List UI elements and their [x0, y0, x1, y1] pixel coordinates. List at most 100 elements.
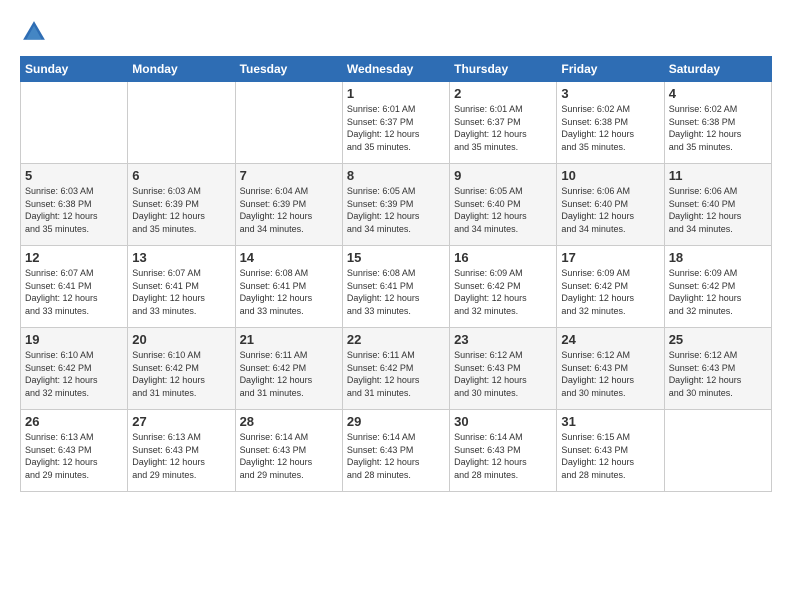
day-info: Sunrise: 6:11 AM Sunset: 6:42 PM Dayligh… — [240, 349, 338, 399]
calendar-cell: 7Sunrise: 6:04 AM Sunset: 6:39 PM Daylig… — [235, 164, 342, 246]
day-number: 3 — [561, 86, 659, 101]
calendar-cell: 12 Sunrise: 6:07 AM Sunset: 6:41 PM Dayli… — [21, 246, 128, 328]
day-number: 8 — [347, 168, 445, 183]
weekday-header-tuesday: Tuesday — [235, 57, 342, 82]
day-info: Sunrise: 6:15 AM Sunset: 6:43 PM Dayligh… — [561, 431, 659, 481]
day-number: 25 — [669, 332, 767, 347]
calendar-cell — [664, 410, 771, 492]
day-info: Sunrise: 6:02 AM Sunset: 6:38 PM Dayligh… — [669, 103, 767, 153]
calendar-cell — [21, 82, 128, 164]
day-info: Sunrise: 6:11 AM Sunset: 6:42 PM Dayligh… — [347, 349, 445, 399]
day-info: Sunrise: 6:10 AM Sunset: 6:42 PM Dayligh… — [25, 349, 123, 399]
day-info: Sunrise: 6:05 AM Sunset: 6:40 PM Dayligh… — [454, 185, 552, 235]
calendar-cell: 21 Sunrise: 6:11 AM Sunset: 6:42 PM Dayli… — [235, 328, 342, 410]
calendar-cell: 4 Sunrise: 6:02 AM Sunset: 6:38 PM Daylig… — [664, 82, 771, 164]
calendar-cell — [235, 82, 342, 164]
calendar-cell: 17 Sunrise: 6:09 AM Sunset: 6:42 PM Dayli… — [557, 246, 664, 328]
day-number: 22 — [347, 332, 445, 347]
calendar-cell: 2 Sunrise: 6:01 AM Sunset: 6:37 PM Daylig… — [450, 82, 557, 164]
calendar-cell: 26 Sunrise: 6:13 AM Sunset: 6:43 PM Dayli… — [21, 410, 128, 492]
day-number: 10 — [561, 168, 659, 183]
day-number: 21 — [240, 332, 338, 347]
day-number: 4 — [669, 86, 767, 101]
calendar-cell: 25 Sunrise: 6:12 AM Sunset: 6:43 PM Dayli… — [664, 328, 771, 410]
calendar-week-row: 12 Sunrise: 6:07 AM Sunset: 6:41 PM Dayli… — [21, 246, 772, 328]
day-info: Sunrise: 6:13 AM Sunset: 6:43 PM Dayligh… — [25, 431, 123, 481]
day-number: 5 — [25, 168, 123, 183]
weekday-header-saturday: Saturday — [664, 57, 771, 82]
day-number: 2 — [454, 86, 552, 101]
weekday-header-friday: Friday — [557, 57, 664, 82]
header — [20, 18, 772, 46]
day-number: 9 — [454, 168, 552, 183]
day-info: Sunrise: 6:09 AM Sunset: 6:42 PM Dayligh… — [561, 267, 659, 317]
calendar-week-row: 1 Sunrise: 6:01 AM Sunset: 6:37 PM Daylig… — [21, 82, 772, 164]
day-info: Sunrise: 6:12 AM Sunset: 6:43 PM Dayligh… — [669, 349, 767, 399]
day-number: 16 — [454, 250, 552, 265]
day-number: 12 — [25, 250, 123, 265]
day-info: Sunrise: 6:05 AM Sunset: 6:39 PM Dayligh… — [347, 185, 445, 235]
calendar-cell — [128, 82, 235, 164]
day-info: Sunrise: 6:08 AM Sunset: 6:41 PM Dayligh… — [240, 267, 338, 317]
weekday-header-wednesday: Wednesday — [342, 57, 449, 82]
day-number: 1 — [347, 86, 445, 101]
weekday-header-monday: Monday — [128, 57, 235, 82]
day-info: Sunrise: 6:08 AM Sunset: 6:41 PM Dayligh… — [347, 267, 445, 317]
calendar-cell: 19 Sunrise: 6:10 AM Sunset: 6:42 PM Dayli… — [21, 328, 128, 410]
day-number: 11 — [669, 168, 767, 183]
day-number: 26 — [25, 414, 123, 429]
day-number: 18 — [669, 250, 767, 265]
calendar-cell: 30Sunrise: 6:14 AM Sunset: 6:43 PM Dayli… — [450, 410, 557, 492]
calendar-cell: 13Sunrise: 6:07 AM Sunset: 6:41 PM Dayli… — [128, 246, 235, 328]
calendar-cell: 22 Sunrise: 6:11 AM Sunset: 6:42 PM Dayli… — [342, 328, 449, 410]
day-info: Sunrise: 6:01 AM Sunset: 6:37 PM Dayligh… — [454, 103, 552, 153]
day-number: 23 — [454, 332, 552, 347]
day-number: 31 — [561, 414, 659, 429]
calendar-cell: 11 Sunrise: 6:06 AM Sunset: 6:40 PM Dayli… — [664, 164, 771, 246]
day-info: Sunrise: 6:06 AM Sunset: 6:40 PM Dayligh… — [669, 185, 767, 235]
day-info: Sunrise: 6:12 AM Sunset: 6:43 PM Dayligh… — [561, 349, 659, 399]
day-info: Sunrise: 6:14 AM Sunset: 6:43 PM Dayligh… — [347, 431, 445, 481]
weekday-header-thursday: Thursday — [450, 57, 557, 82]
calendar-cell: 23 Sunrise: 6:12 AM Sunset: 6:43 PM Dayli… — [450, 328, 557, 410]
day-info: Sunrise: 6:01 AM Sunset: 6:37 PM Dayligh… — [347, 103, 445, 153]
day-info: Sunrise: 6:07 AM Sunset: 6:41 PM Dayligh… — [132, 267, 230, 317]
day-info: Sunrise: 6:12 AM Sunset: 6:43 PM Dayligh… — [454, 349, 552, 399]
calendar-table: SundayMondayTuesdayWednesdayThursdayFrid… — [20, 56, 772, 492]
calendar-cell: 10Sunrise: 6:06 AM Sunset: 6:40 PM Dayli… — [557, 164, 664, 246]
calendar-cell: 27Sunrise: 6:13 AM Sunset: 6:43 PM Dayli… — [128, 410, 235, 492]
day-number: 19 — [25, 332, 123, 347]
calendar-cell: 5 Sunrise: 6:03 AM Sunset: 6:38 PM Daylig… — [21, 164, 128, 246]
calendar-cell: 3 Sunrise: 6:02 AM Sunset: 6:38 PM Daylig… — [557, 82, 664, 164]
logo-icon — [20, 18, 48, 46]
day-info: Sunrise: 6:03 AM Sunset: 6:38 PM Dayligh… — [25, 185, 123, 235]
calendar-cell: 6Sunrise: 6:03 AM Sunset: 6:39 PM Daylig… — [128, 164, 235, 246]
day-info: Sunrise: 6:04 AM Sunset: 6:39 PM Dayligh… — [240, 185, 338, 235]
day-number: 6 — [132, 168, 230, 183]
calendar-cell: 29Sunrise: 6:14 AM Sunset: 6:43 PM Dayli… — [342, 410, 449, 492]
day-info: Sunrise: 6:07 AM Sunset: 6:41 PM Dayligh… — [25, 267, 123, 317]
calendar-cell: 31 Sunrise: 6:15 AM Sunset: 6:43 PM Dayli… — [557, 410, 664, 492]
day-number: 14 — [240, 250, 338, 265]
calendar-cell: 16 Sunrise: 6:09 AM Sunset: 6:42 PM Dayli… — [450, 246, 557, 328]
calendar-week-row: 19 Sunrise: 6:10 AM Sunset: 6:42 PM Dayli… — [21, 328, 772, 410]
day-number: 30 — [454, 414, 552, 429]
day-info: Sunrise: 6:09 AM Sunset: 6:42 PM Dayligh… — [669, 267, 767, 317]
calendar-cell: 18 Sunrise: 6:09 AM Sunset: 6:42 PM Dayli… — [664, 246, 771, 328]
day-info: Sunrise: 6:02 AM Sunset: 6:38 PM Dayligh… — [561, 103, 659, 153]
day-number: 15 — [347, 250, 445, 265]
day-number: 17 — [561, 250, 659, 265]
calendar-cell: 9 Sunrise: 6:05 AM Sunset: 6:40 PM Daylig… — [450, 164, 557, 246]
day-number: 24 — [561, 332, 659, 347]
day-info: Sunrise: 6:14 AM Sunset: 6:43 PM Dayligh… — [240, 431, 338, 481]
day-info: Sunrise: 6:13 AM Sunset: 6:43 PM Dayligh… — [132, 431, 230, 481]
calendar-cell: 20Sunrise: 6:10 AM Sunset: 6:42 PM Dayli… — [128, 328, 235, 410]
day-info: Sunrise: 6:09 AM Sunset: 6:42 PM Dayligh… — [454, 267, 552, 317]
calendar-cell: 24 Sunrise: 6:12 AM Sunset: 6:43 PM Dayli… — [557, 328, 664, 410]
calendar-cell: 1 Sunrise: 6:01 AM Sunset: 6:37 PM Daylig… — [342, 82, 449, 164]
calendar-cell: 15 Sunrise: 6:08 AM Sunset: 6:41 PM Dayli… — [342, 246, 449, 328]
logo — [20, 18, 52, 46]
calendar-cell: 8 Sunrise: 6:05 AM Sunset: 6:39 PM Daylig… — [342, 164, 449, 246]
calendar-week-row: 5 Sunrise: 6:03 AM Sunset: 6:38 PM Daylig… — [21, 164, 772, 246]
calendar-cell: 28Sunrise: 6:14 AM Sunset: 6:43 PM Dayli… — [235, 410, 342, 492]
